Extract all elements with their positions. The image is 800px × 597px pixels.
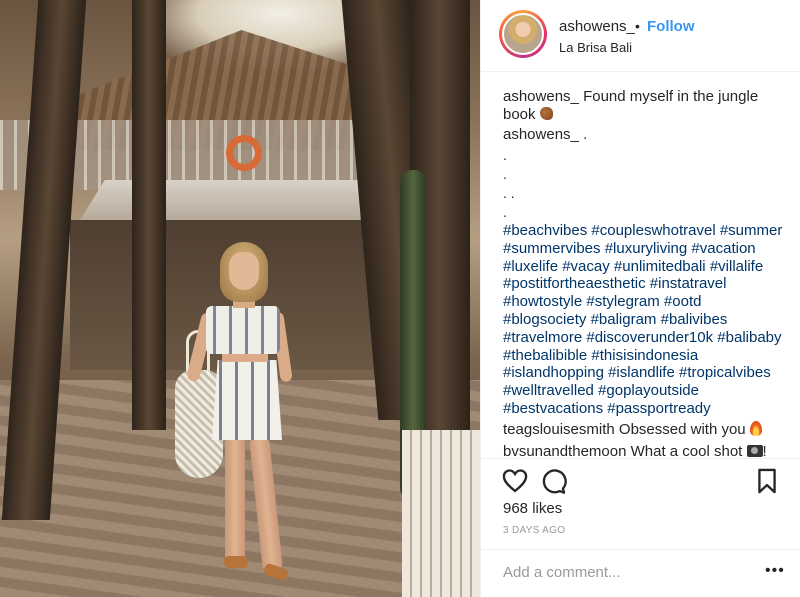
- hashtags: #beachvibes #coupleswhotravel #summer #s…: [503, 222, 793, 418]
- hashtag[interactable]: #baligram: [591, 311, 657, 328]
- comment-author[interactable]: teagslouisesmith: [503, 421, 615, 438]
- caption: ashowens_ Found myself in the jungle boo…: [503, 88, 793, 124]
- hashtag[interactable]: #welltravelled: [503, 382, 594, 399]
- username-link[interactable]: ashowens_: [559, 18, 635, 35]
- comment: teagslouisesmith Obsessed with you: [503, 420, 793, 439]
- hashtag[interactable]: #instatravel: [650, 275, 727, 292]
- hashtag[interactable]: #stylegram: [586, 293, 659, 310]
- hashtag[interactable]: #vacation: [691, 240, 755, 257]
- hashtag[interactable]: #beachvibes: [503, 222, 587, 239]
- camera-icon: [746, 444, 763, 457]
- hashtag[interactable]: #islandlife: [608, 364, 675, 381]
- fire-icon: [749, 420, 762, 436]
- separator-dot: •: [635, 18, 640, 34]
- hashtag[interactable]: #howtostyle: [503, 293, 582, 310]
- sweat-droplets-icon: [539, 107, 553, 120]
- caption-author[interactable]: ashowens_: [503, 126, 579, 143]
- hashtag[interactable]: #postitfortheaesthetic: [503, 275, 646, 292]
- likes-count[interactable]: 968 likes: [503, 500, 562, 517]
- hashtag[interactable]: #discoverunder10k: [586, 329, 713, 346]
- add-comment-input[interactable]: [503, 564, 753, 581]
- bookmark-icon[interactable]: [753, 467, 781, 495]
- caption-dots: . . . . .: [503, 147, 515, 220]
- post-date[interactable]: 3 DAYS AGO: [503, 525, 565, 536]
- hashtag[interactable]: #balivibes: [661, 311, 728, 328]
- hashtag[interactable]: #tropicalvibes: [679, 364, 771, 381]
- hashtag[interactable]: #luxuryliving: [605, 240, 688, 257]
- hashtag[interactable]: #islandhopping: [503, 364, 604, 381]
- hashtag[interactable]: #coupleswhotravel: [591, 222, 715, 239]
- hashtag[interactable]: #thebalibible: [503, 347, 587, 364]
- post-header: ashowens_ • Follow La Brisa Bali: [481, 0, 800, 72]
- hashtag[interactable]: #unlimitedbali: [614, 258, 706, 275]
- hashtag[interactable]: #vacay: [562, 258, 610, 275]
- hashtag[interactable]: #thisisindonesia: [591, 347, 698, 364]
- action-bar: [481, 458, 800, 498]
- hashtag[interactable]: #balibaby: [717, 329, 781, 346]
- post-sidebar: ashowens_ • Follow La Brisa Bali ashowen…: [480, 0, 800, 597]
- comment-text: Obsessed with you: [618, 420, 746, 438]
- heart-icon[interactable]: [501, 467, 529, 495]
- more-options-button[interactable]: •••: [765, 562, 785, 580]
- hashtag[interactable]: #blogsociety: [503, 311, 586, 328]
- caption-author[interactable]: ashowens_: [503, 88, 579, 105]
- hashtag[interactable]: #travelmore: [503, 329, 582, 346]
- hashtag[interactable]: #passportready: [607, 400, 710, 417]
- hashtag[interactable]: #bestvacations: [503, 400, 603, 417]
- comments-list: ashowens_ Found myself in the jungle boo…: [503, 88, 793, 463]
- post-photo[interactable]: [0, 0, 480, 597]
- avatar[interactable]: [499, 10, 547, 58]
- hashtag[interactable]: #villalife: [710, 258, 763, 275]
- life-ring: [226, 135, 262, 171]
- comment-icon[interactable]: [539, 467, 567, 495]
- location-link[interactable]: La Brisa Bali: [559, 40, 632, 55]
- hashtag[interactable]: #luxelife: [503, 258, 558, 275]
- hashtag[interactable]: #summer: [720, 222, 783, 239]
- hashtag[interactable]: #summervibes: [503, 240, 601, 257]
- caption-text: .: [583, 126, 588, 143]
- instagram-post: ashowens_ • Follow La Brisa Bali ashowen…: [0, 0, 800, 597]
- hashtag[interactable]: #goplayoutside: [598, 382, 699, 399]
- follow-button[interactable]: Follow: [647, 18, 695, 35]
- add-comment-bar: •••: [481, 549, 800, 597]
- caption-second: ashowens_ .: [503, 126, 793, 144]
- hashtag[interactable]: #ootd: [664, 293, 702, 310]
